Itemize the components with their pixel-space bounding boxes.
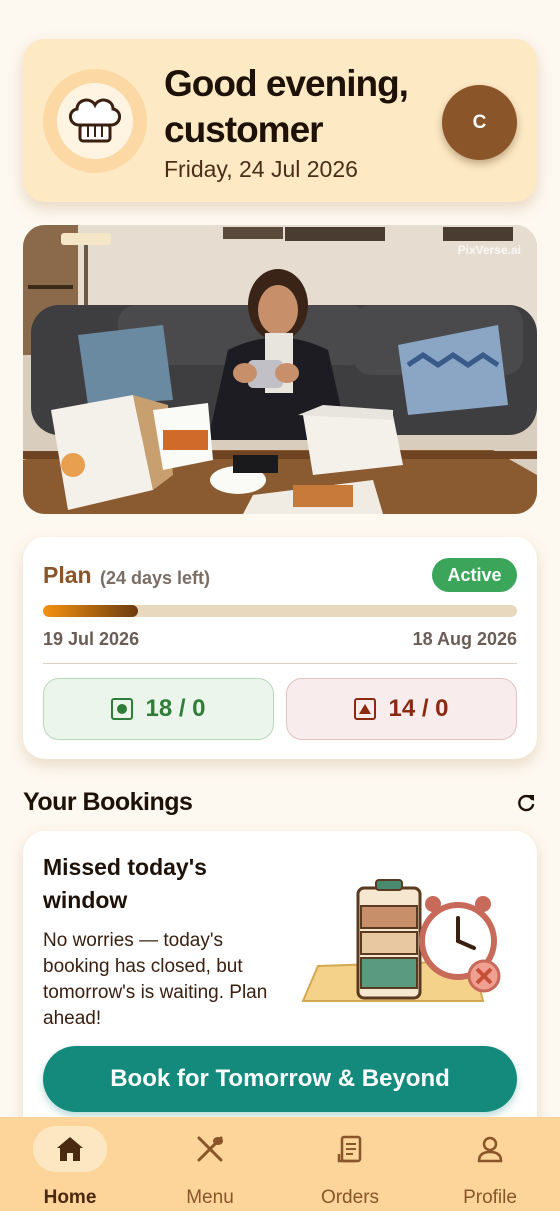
video-watermark: PixVerse.ai [457, 243, 521, 257]
refresh-icon[interactable] [515, 792, 537, 814]
bottom-nav: Home Menu Orders Profile [0, 1117, 560, 1211]
booking-card-title: Missed today's window [43, 854, 207, 913]
user-icon [477, 1136, 503, 1163]
book-tomorrow-button[interactable]: Book for Tomorrow & Beyond [43, 1046, 517, 1112]
utensils-icon [197, 1136, 223, 1162]
greeting-title: Good evening, customer [164, 63, 409, 150]
plan-start-date: 19 Jul 2026 [43, 629, 140, 649]
bookings-section-title: Your Bookings [23, 788, 193, 816]
user-avatar[interactable]: C [442, 85, 517, 160]
hero-illustration [23, 225, 537, 514]
receipt-icon [337, 1135, 362, 1163]
status-badge: Active [432, 558, 517, 592]
nonveg-count: 14 / 0 [388, 695, 449, 722]
nav-label-home: Home [43, 1187, 97, 1208]
nav-menu-pill [173, 1126, 247, 1172]
current-date: Friday, 24 Jul 2026 [164, 156, 358, 182]
nonveg-meal-counter[interactable]: 14 / 0 [286, 678, 517, 740]
plan-card: Plan (24 days left) Active 19 Jul 2026 1… [23, 537, 537, 759]
veg-count: 18 / 0 [145, 695, 206, 722]
plan-end-date: 18 Aug 2026 [412, 629, 517, 649]
nav-label-menu: Menu [186, 1187, 234, 1208]
divider [43, 663, 517, 664]
plan-title: Plan [43, 562, 92, 588]
plan-progress-fill [43, 605, 138, 617]
nav-home-pill [33, 1126, 107, 1172]
tiffin-clock-illustration [301, 879, 501, 1002]
nav-profile-pill [453, 1126, 527, 1172]
booking-card: Missed today's window No worries — today… [23, 831, 537, 1131]
nav-item-profile[interactable]: Profile [420, 1117, 560, 1211]
veg-symbol-icon [111, 698, 134, 720]
veg-meal-counter[interactable]: 18 / 0 [43, 678, 274, 740]
plan-days-left: (24 days left) [100, 568, 211, 588]
nav-label-profile: Profile [463, 1187, 517, 1208]
chef-logo [43, 69, 147, 173]
hero-image: PixVerse.ai [23, 225, 537, 514]
nav-item-menu[interactable]: Menu [140, 1117, 280, 1211]
nonveg-symbol-icon [354, 698, 377, 720]
plan-progress-bar [43, 605, 517, 617]
nav-item-orders[interactable]: Orders [280, 1117, 420, 1211]
nav-orders-pill [313, 1126, 387, 1172]
home-icon [57, 1137, 83, 1161]
booking-card-message: No worries — today's booking has closed,… [43, 930, 268, 1029]
greeting-card: Good evening, customer Friday, 24 Jul 20… [23, 39, 537, 202]
nav-item-home[interactable]: Home [0, 1117, 140, 1211]
chef-hat-icon [69, 98, 121, 143]
nav-label-orders: Orders [320, 1187, 380, 1208]
